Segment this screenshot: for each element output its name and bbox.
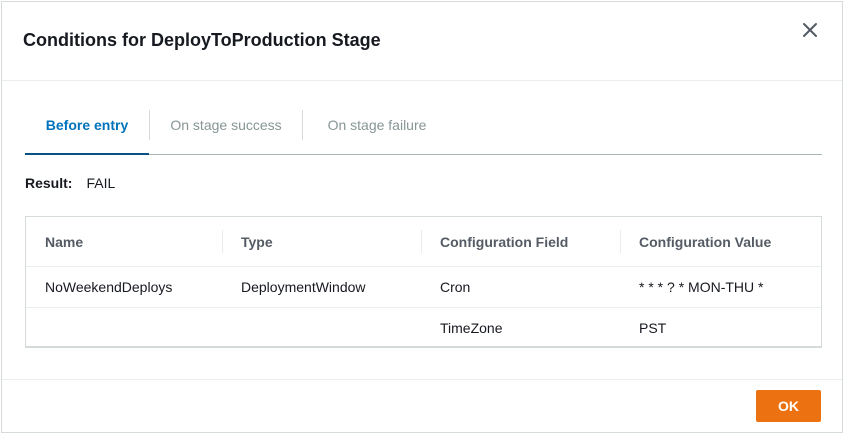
modal-footer: OK xyxy=(2,379,842,434)
cell-type xyxy=(222,308,421,349)
table-row: NoWeekendDeploys DeploymentWindow Cron *… xyxy=(26,266,821,308)
result-label: Result: xyxy=(25,175,73,191)
table-row: TimeZone PST xyxy=(26,308,821,349)
tab-before-entry[interactable]: Before entry xyxy=(25,110,149,155)
cell-name: NoWeekendDeploys xyxy=(26,266,222,308)
modal-title: Conditions for DeployToProduction Stage xyxy=(23,30,381,50)
table-header-row: Name Type Configuration Field Configurat… xyxy=(26,217,821,267)
cell-configuration-field: TimeZone xyxy=(440,320,503,336)
tab-on-stage-failure[interactable]: On stage failure xyxy=(303,110,451,154)
close-button[interactable] xyxy=(798,18,822,42)
column-header-configuration-value: Configuration Value xyxy=(620,217,821,267)
column-header-configuration-field: Configuration Field xyxy=(421,217,620,267)
cell-configuration-value: PST xyxy=(639,320,667,336)
conditions-table: Name Type Configuration Field Configurat… xyxy=(25,216,822,348)
cell-type: DeploymentWindow xyxy=(222,266,421,308)
tab-on-stage-success[interactable]: On stage success xyxy=(150,110,302,154)
ok-button[interactable]: OK xyxy=(756,390,821,422)
modal-header: Conditions for DeployToProduction Stage xyxy=(2,2,842,81)
cell-configuration-value: * * * ? * MON-THU * xyxy=(620,266,821,308)
close-icon xyxy=(803,23,817,37)
column-header-type: Type xyxy=(222,217,421,267)
conditions-modal: Conditions for DeployToProduction Stage … xyxy=(1,1,843,433)
column-header-name: Name xyxy=(26,217,222,267)
result-row: Result: FAIL xyxy=(25,175,115,191)
cell-configuration-field: Cron xyxy=(421,266,620,308)
cell-name xyxy=(26,308,222,349)
result-value: FAIL xyxy=(86,175,116,191)
condition-tabs: Before entry On stage success On stage f… xyxy=(25,110,822,155)
